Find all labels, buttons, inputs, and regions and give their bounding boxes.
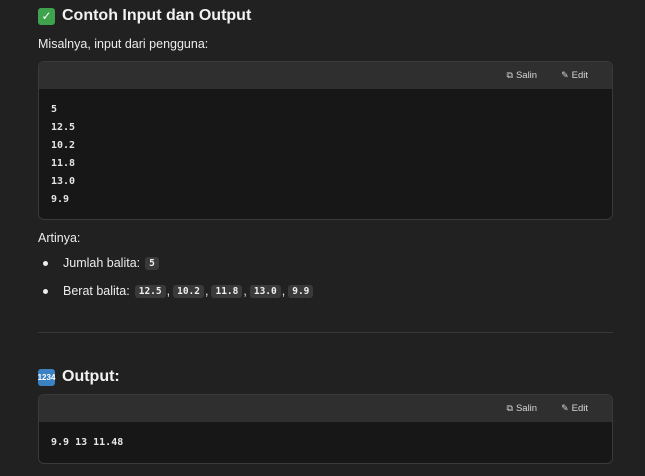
separator: , (204, 284, 209, 298)
pencil-icon: ✎ (561, 403, 569, 413)
code-toolbar: ⧉ Salin ✎ Edit (39, 62, 612, 89)
bullet-dot (43, 288, 48, 294)
bullet-dot (43, 260, 48, 266)
meaning-text: Artinya: (38, 231, 81, 245)
inline-code: 11.8 (211, 284, 243, 298)
output-code-block: ⧉ Salin ✎ Edit 9.9 13 11.48 (38, 394, 613, 464)
inline-code: 13.0 (249, 284, 281, 298)
code-line: 9.9 13 11.48 (51, 437, 124, 448)
list-item-berat: Berat balita: 12.5, 10.2, 11.8, 13.0, 9.… (38, 284, 314, 298)
copy-icon: ⧉ (506, 70, 513, 80)
edit-label: Edit (571, 403, 588, 414)
copy-label: Salin (515, 70, 538, 81)
code-line: 11.8 (51, 158, 76, 169)
separator: , (243, 284, 247, 298)
separator: , (166, 284, 171, 298)
check-mark-icon: ✓ (38, 7, 55, 25)
section-divider (38, 332, 613, 333)
code-line: 5 (51, 104, 58, 115)
input-numbers-icon: 1234 (38, 368, 55, 386)
code-line: 13.0 (51, 176, 76, 187)
separator: , (281, 284, 286, 298)
chat-response: ✓ Contoh Input dan Output Misalnya, inpu… (0, 0, 645, 476)
code-line: 12.5 (51, 122, 76, 133)
section-title: Contoh Input dan Output (62, 7, 252, 24)
inline-code: 12.5 (134, 284, 166, 298)
inline-code: 9.9 (288, 284, 314, 298)
section-title: Output: (62, 368, 120, 385)
copy-button[interactable]: ⧉ Salin (507, 70, 538, 81)
section-heading-contoh: ✓ Contoh Input dan Output (38, 7, 251, 25)
pencil-icon: ✎ (561, 70, 569, 80)
section-heading-output: 1234 Output: (38, 368, 120, 386)
code-content: 5 12.5 10.2 11.8 13.0 9.9 (39, 89, 612, 209)
inline-code: 10.2 (173, 284, 204, 298)
edit-button[interactable]: ✎ Edit (561, 70, 588, 81)
copy-label: Salin (515, 403, 538, 414)
code-toolbar: ⧉ Salin ✎ Edit (39, 395, 612, 422)
edit-button[interactable]: ✎ Edit (561, 403, 588, 414)
code-content: 9.9 13 11.48 (39, 422, 612, 452)
copy-icon: ⧉ (506, 403, 513, 413)
input-code-block: ⧉ Salin ✎ Edit 5 12.5 10.2 11.8 13.0 9.9 (38, 61, 613, 220)
edit-label: Edit (571, 70, 588, 81)
inline-code: 5 (145, 256, 159, 270)
berat-label: Berat balita: (63, 284, 130, 298)
intro-text: Misalnya, input dari pengguna: (38, 37, 209, 51)
list-item-jumlah: Jumlah balita: 5 (38, 256, 159, 270)
jumlah-label: Jumlah balita: (63, 256, 141, 270)
code-line: 10.2 (51, 140, 76, 151)
copy-button[interactable]: ⧉ Salin (507, 403, 538, 414)
code-line: 9.9 (51, 194, 70, 205)
